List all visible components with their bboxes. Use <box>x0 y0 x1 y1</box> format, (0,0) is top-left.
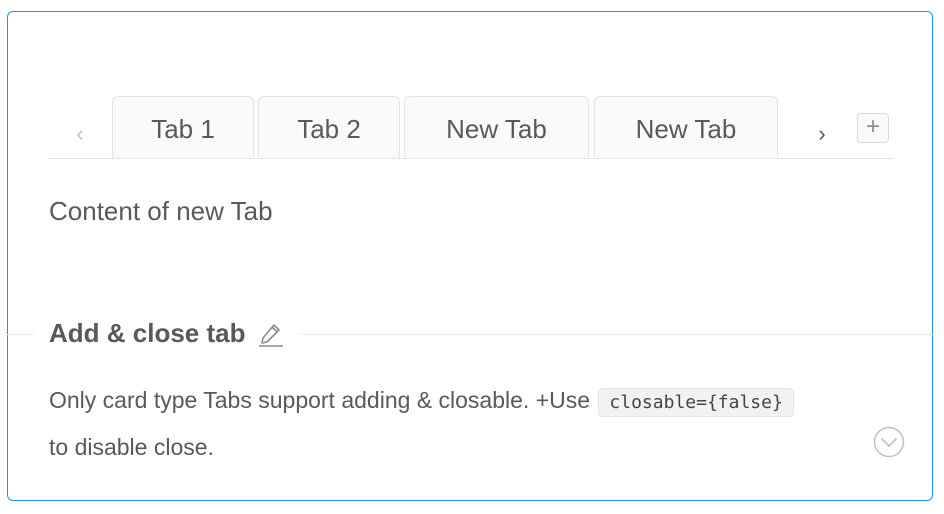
tab-new-1[interactable]: New Tab <box>404 96 589 158</box>
code-snippet: closable={false} <box>598 388 794 417</box>
tab-2[interactable]: Tab 2 <box>258 96 400 158</box>
add-tab-button[interactable]: + <box>857 113 889 143</box>
tabs-viewport: Tab 1 Tab 2 New Tab New Tab <box>112 96 782 158</box>
tabs-bar: ‹ Tab 1 Tab 2 New Tab New Tab › + <box>48 96 894 159</box>
tabs-next-arrow-icon[interactable]: › <box>810 122 834 146</box>
tabs-prev-arrow-icon[interactable]: ‹ <box>68 122 92 146</box>
section-header: Add & close tab <box>35 318 300 349</box>
section-title: Add & close tab <box>49 318 246 348</box>
tab-content-text: Content of new Tab <box>49 196 273 226</box>
expand-code-icon[interactable] <box>873 426 905 458</box>
description-prefix: Only card type Tabs support adding & clo… <box>49 387 591 413</box>
tab-new-2[interactable]: New Tab <box>594 96 778 158</box>
section-description: Only card type Tabs support adding & clo… <box>49 378 909 469</box>
edit-icon[interactable] <box>257 320 285 348</box>
description-suffix: to disable close. <box>49 434 214 460</box>
tab-1[interactable]: Tab 1 <box>112 96 254 158</box>
